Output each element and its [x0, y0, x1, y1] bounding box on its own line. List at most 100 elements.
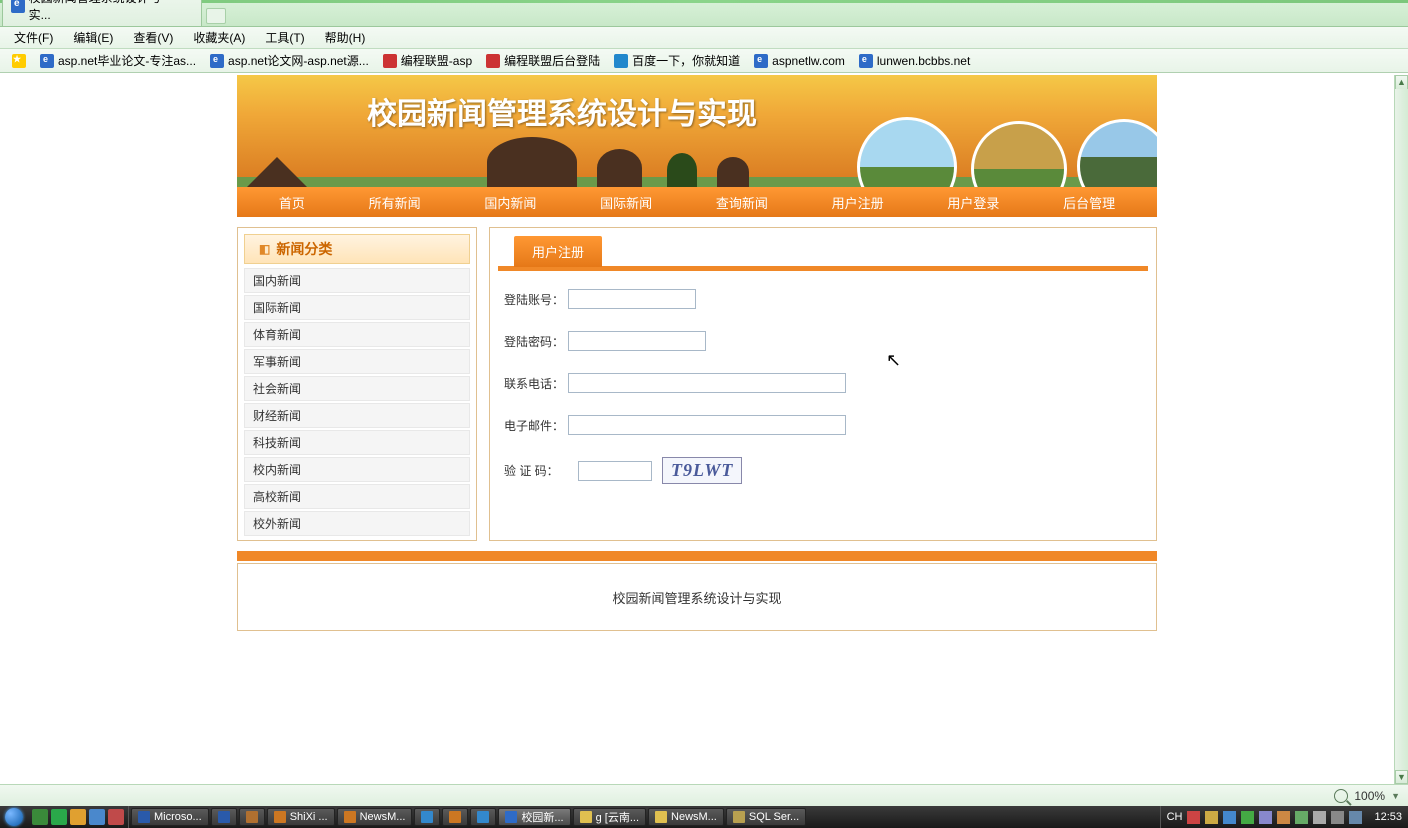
start-button[interactable] [0, 806, 28, 828]
bookmark-item[interactable]: aspnetlw.com [748, 52, 851, 70]
sidebar-item[interactable]: 体育新闻 [244, 322, 470, 347]
menu-help[interactable]: 帮助(H) [317, 27, 374, 48]
language-indicator[interactable]: CH [1167, 811, 1183, 823]
sidebar-item[interactable]: 军事新闻 [244, 349, 470, 374]
nav-link[interactable]: 用户登录 [929, 187, 1017, 218]
network-icon[interactable] [1349, 811, 1362, 824]
bookmark-icon [210, 54, 224, 68]
sidebar-item[interactable]: 科技新闻 [244, 430, 470, 455]
menu-edit[interactable]: 编辑(E) [65, 27, 121, 48]
menu-file[interactable]: 文件(F) [6, 27, 61, 48]
nav-link[interactable]: 国际新闻 [582, 187, 670, 218]
tray-icon[interactable] [1277, 811, 1290, 824]
taskbar-app-button[interactable]: SQL Ser... [726, 808, 806, 826]
bookmark-item[interactable]: 百度一下，你就知道 [608, 50, 746, 71]
bookmark-item[interactable]: asp.net毕业论文-专注as... [34, 50, 202, 71]
bookmark-icon [40, 54, 54, 68]
tray-icon[interactable] [1313, 811, 1326, 824]
taskbar-clock[interactable]: 12:53 [1368, 811, 1408, 823]
tray-icon[interactable] [1205, 811, 1218, 824]
captcha-image[interactable]: T9LWT [662, 457, 742, 484]
taskbar-app-label: NewsM... [360, 811, 406, 823]
quick-icon[interactable] [51, 809, 67, 825]
bookmark-item[interactable]: lunwen.bcbbs.net [853, 52, 976, 70]
new-tab-button[interactable] [206, 8, 226, 24]
email-input[interactable] [568, 415, 846, 435]
system-tray: CH [1160, 806, 1369, 828]
sidebar-item[interactable]: 国内新闻 [244, 268, 470, 293]
taskbar-app-button[interactable]: NewsM... [337, 808, 413, 826]
windows-taskbar: Microso... ShiXi ... NewsM... 校园新... g [云南..… [0, 806, 1408, 828]
zoom-level: 100% [1354, 789, 1385, 803]
menu-bar: 文件(F) 编辑(E) 查看(V) 收藏夹(A) 工具(T) 帮助(H) [0, 27, 1408, 49]
nav-link[interactable]: 首页 [261, 187, 323, 218]
taskbar-app-label: NewsM... [671, 811, 717, 823]
taskbar-app-label: Microso... [154, 811, 202, 823]
sidebar-item[interactable]: 财经新闻 [244, 403, 470, 428]
taskbar-app-button[interactable] [239, 808, 265, 826]
taskbar-app-button[interactable] [442, 808, 468, 826]
zoom-dropdown-icon[interactable]: ▼ [1391, 791, 1400, 801]
menu-favorites[interactable]: 收藏夹(A) [185, 27, 253, 48]
bookmark-item[interactable]: 编程联盟后台登陆 [480, 50, 606, 71]
scroll-down-icon[interactable]: ▼ [1395, 770, 1408, 784]
menu-view[interactable]: 查看(V) [125, 27, 181, 48]
tab-close-icon[interactable]: ✕ [186, 0, 195, 3]
taskbar-app-button[interactable]: 校园新... [498, 808, 570, 826]
taskbar-app-button[interactable] [211, 808, 237, 826]
nav-link[interactable]: 后台管理 [1045, 187, 1133, 218]
bookmark-item[interactable]: 编程联盟-asp [377, 50, 478, 71]
bookmark-item[interactable] [6, 52, 32, 70]
banner-title: 校园新闻管理系统设计与实现 [367, 89, 757, 133]
site-banner: 校园新闻管理系统设计与实现 [237, 75, 1157, 187]
browser-tab-active[interactable]: 校园新闻管理系统设计与实... ✕ [2, 0, 202, 26]
quick-icon[interactable] [70, 809, 86, 825]
taskbar-app-button[interactable]: g [云南... [573, 808, 646, 826]
captcha-input[interactable] [578, 461, 652, 481]
taskbar-app-button[interactable] [470, 808, 496, 826]
browser-tab-strip: 校园新闻管理系统设计与实... ✕ [0, 3, 1408, 27]
password-input[interactable] [568, 331, 706, 351]
tray-icon[interactable] [1241, 811, 1254, 824]
nav-link[interactable]: 国内新闻 [466, 187, 554, 218]
page-footer: 校园新闻管理系统设计与实现 [237, 563, 1157, 631]
tray-icon[interactable] [1295, 811, 1308, 824]
taskbar-app-button[interactable]: ShiXi ... [267, 808, 335, 826]
tray-icon[interactable] [1223, 811, 1236, 824]
sidebar-item[interactable]: 高校新闻 [244, 484, 470, 509]
app-icon [733, 811, 745, 823]
sidebar-item[interactable]: 校外新闻 [244, 511, 470, 536]
phone-input[interactable] [568, 373, 846, 393]
vertical-scrollbar[interactable]: ▲ ▼ [1394, 75, 1408, 784]
scroll-up-icon[interactable]: ▲ [1395, 75, 1408, 89]
email-label: 电子邮件： [504, 417, 568, 434]
taskbar-app-button[interactable]: Microso... [131, 808, 209, 826]
taskbar-app-button[interactable] [414, 808, 440, 826]
tray-icon[interactable] [1259, 811, 1272, 824]
sidebar: 新闻分类 国内新闻国际新闻体育新闻军事新闻社会新闻财经新闻科技新闻校内新闻高校新… [237, 227, 477, 541]
quick-icon[interactable] [89, 809, 105, 825]
bookmark-label: asp.net论文网-asp.net源... [228, 52, 369, 69]
bookmark-item[interactable]: asp.net论文网-asp.net源... [204, 50, 375, 71]
bookmark-icon [383, 54, 397, 68]
quick-icon[interactable] [108, 809, 124, 825]
zoom-icon[interactable] [1334, 789, 1348, 803]
app-icon [138, 811, 150, 823]
taskbar-app-label: ShiXi ... [290, 811, 328, 823]
menu-tools[interactable]: 工具(T) [257, 27, 312, 48]
nav-link[interactable]: 所有新闻 [351, 187, 439, 218]
bookmark-icon [754, 54, 768, 68]
nav-link[interactable]: 查询新闻 [698, 187, 786, 218]
account-input[interactable] [568, 289, 696, 309]
form-tab: 用户注册 [514, 236, 602, 267]
page-viewport: 校园新闻管理系统设计与实现 首页所有新闻国内新闻国际新闻查询新闻用户注册用户登录… [0, 75, 1394, 784]
volume-icon[interactable] [1331, 811, 1344, 824]
sidebar-item[interactable]: 国际新闻 [244, 295, 470, 320]
nav-link[interactable]: 用户注册 [814, 187, 902, 218]
taskbar-app-button[interactable]: NewsM... [648, 808, 724, 826]
sidebar-item[interactable]: 校内新闻 [244, 457, 470, 482]
quick-icon[interactable] [32, 809, 48, 825]
tray-icon[interactable] [1187, 811, 1200, 824]
sidebar-item[interactable]: 社会新闻 [244, 376, 470, 401]
taskbar-app-label: g [云南... [596, 809, 639, 825]
